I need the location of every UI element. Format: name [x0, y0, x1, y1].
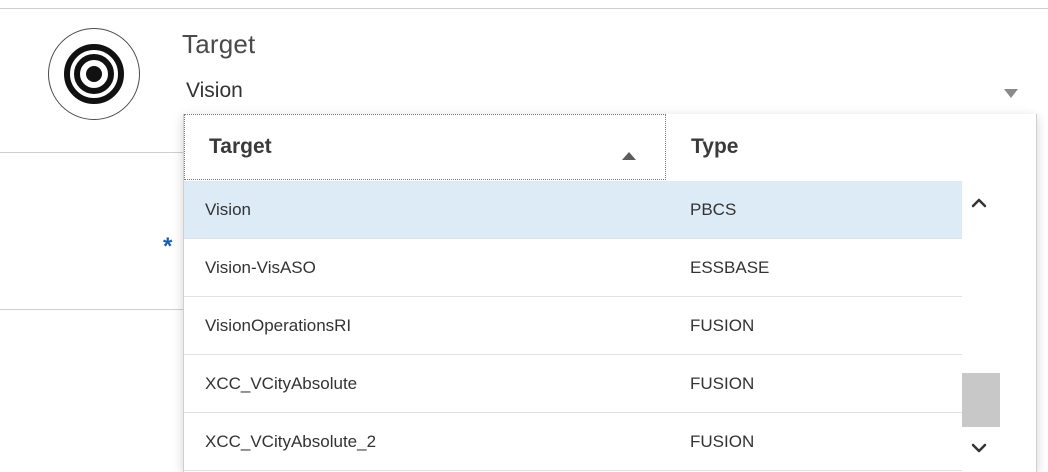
target-dropdown-popup[interactable]: Target Type Vision PBCS Vision-VisASO ES…: [183, 114, 1037, 472]
target-name-cell: VisionOperationsRI: [205, 315, 352, 335]
target-column-label: Target: [209, 135, 272, 158]
type-column-header[interactable]: Type: [666, 114, 1036, 180]
table-row[interactable]: VisionOperationsRI FUSION: [184, 297, 964, 355]
table-row[interactable]: XCC_VCityAbsolute FUSION: [184, 355, 964, 413]
chevron-down-icon[interactable]: [969, 438, 989, 458]
chevron-up-icon[interactable]: [969, 193, 989, 213]
target-type-cell: FUSION: [690, 373, 755, 393]
target-type-cell: FUSION: [690, 431, 755, 451]
top-divider: [0, 8, 1048, 9]
target-name-cell: Vision-VisASO: [205, 257, 316, 277]
target-name-cell: XCC_VCityAbsolute_2: [205, 431, 377, 451]
type-column-label: Type: [691, 135, 739, 158]
target-type-cell: PBCS: [690, 199, 737, 219]
table-scrollbar[interactable]: [962, 181, 1002, 472]
caret-down-icon[interactable]: [1002, 86, 1020, 100]
target-name-cell: Vision: [205, 199, 251, 219]
target-name-cell: XCC_VCityAbsolute: [205, 373, 358, 393]
table-row[interactable]: XCC_VCityAbsolute_2 FUSION: [184, 413, 964, 471]
scrollbar-thumb[interactable]: [962, 373, 1000, 427]
target-icon: [48, 28, 140, 120]
target-column-header[interactable]: Target: [184, 114, 666, 180]
target-field-label: Target: [182, 29, 256, 59]
target-type-cell: FUSION: [690, 315, 755, 335]
required-indicator: *: [163, 233, 173, 260]
target-type-cell: ESSBASE: [690, 257, 770, 277]
lower-divider: [0, 309, 185, 310]
table-row[interactable]: Vision PBCS: [184, 181, 964, 239]
target-field-value[interactable]: Vision: [186, 77, 243, 105]
target-table-body: Vision PBCS Vision-VisASO ESSBASE Vision…: [184, 181, 964, 471]
table-header: Target Type: [184, 114, 1036, 181]
section-divider: [0, 152, 185, 153]
table-row[interactable]: Vision-VisASO ESSBASE: [184, 239, 964, 297]
sort-ascending-icon[interactable]: [621, 143, 637, 160]
